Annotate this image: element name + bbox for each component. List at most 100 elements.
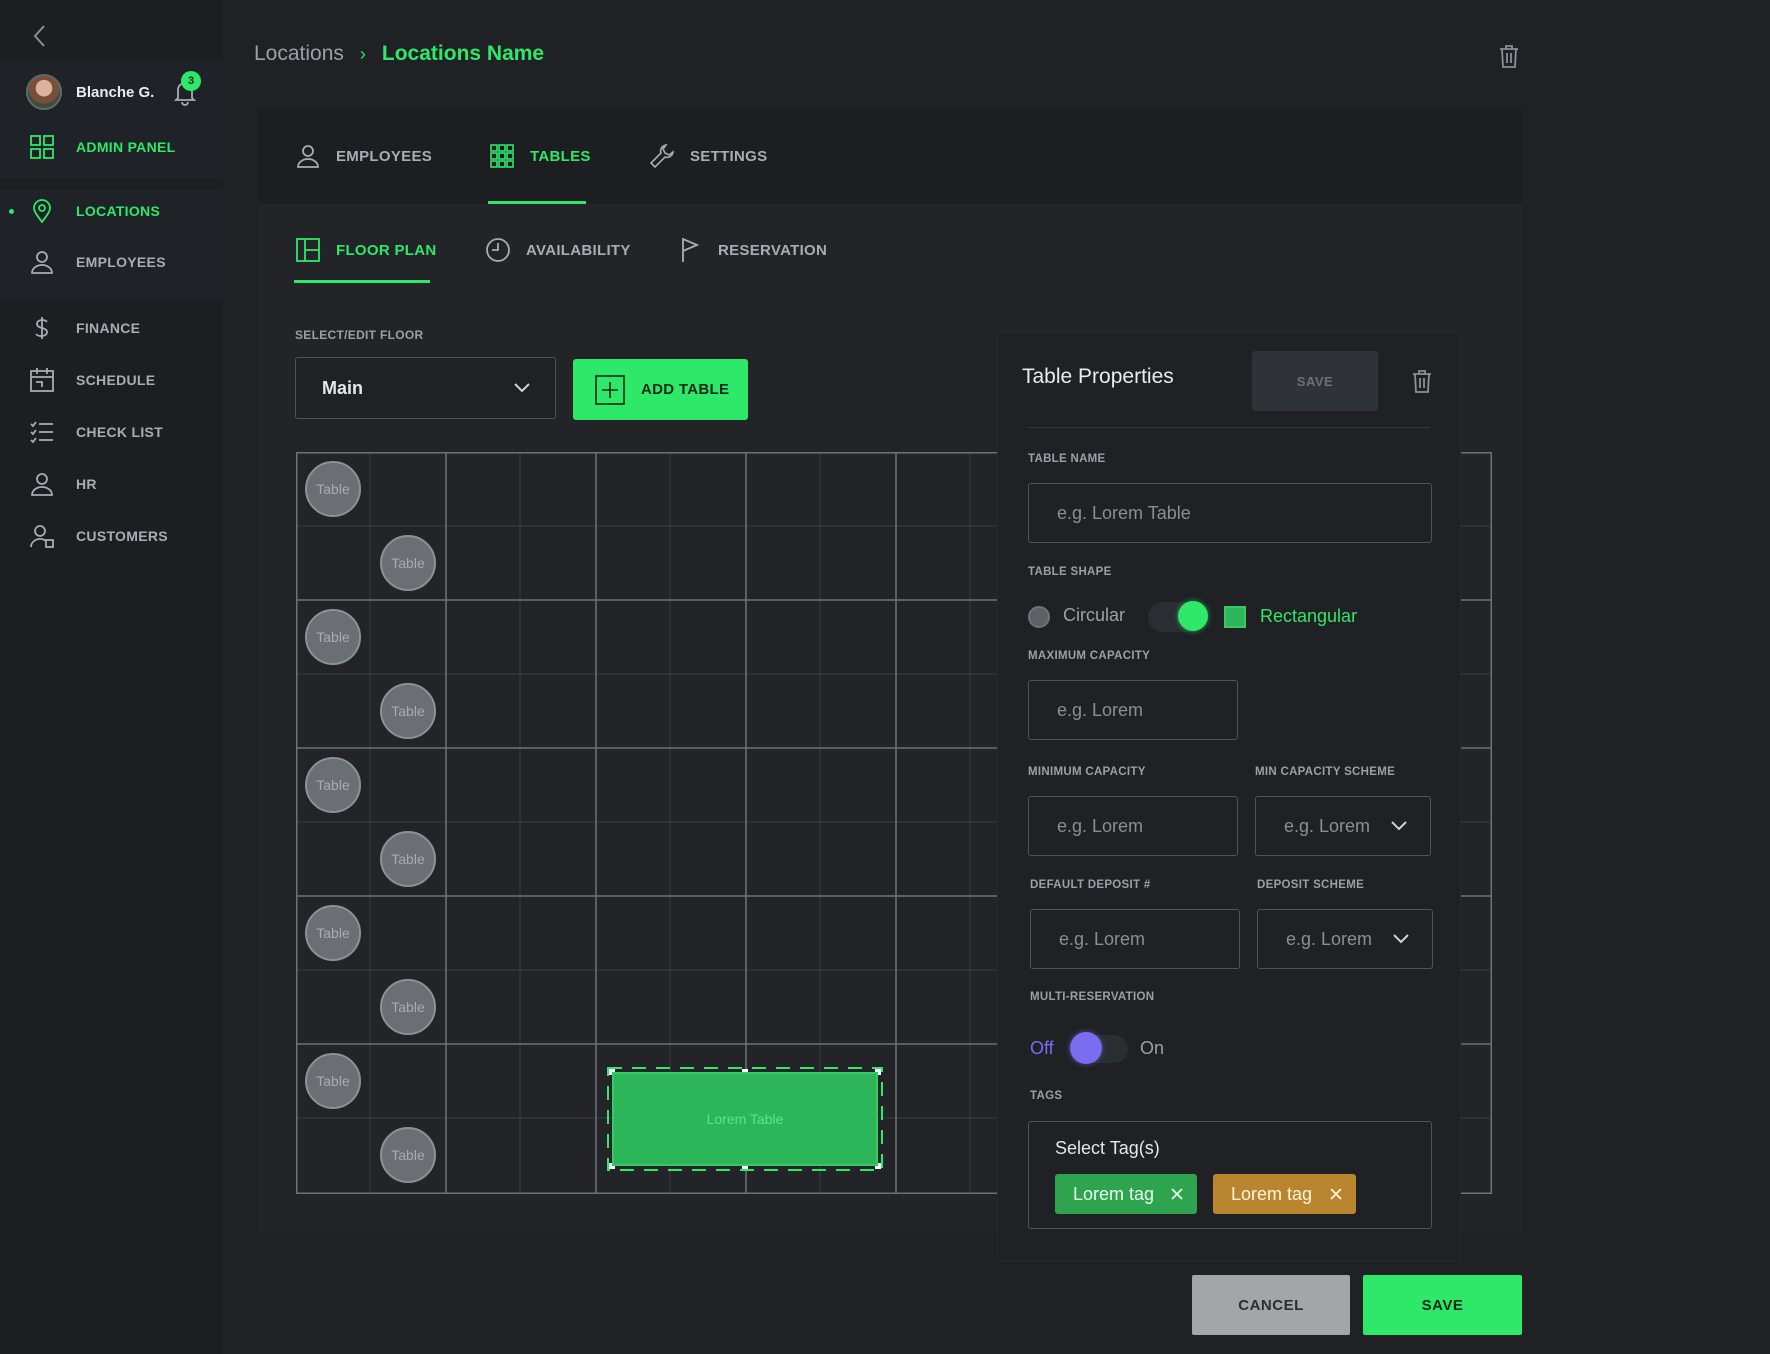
chevron-right-icon: › — [359, 43, 366, 64]
tables-grid-icon — [490, 144, 514, 168]
toggle-knob[interactable] — [1070, 1032, 1102, 1064]
table-shape-toggle: Circular Rectangular — [1028, 599, 1438, 633]
circular-table[interactable]: Table — [380, 535, 436, 591]
sidebar-item-check-list[interactable]: CHECK LIST — [0, 414, 222, 450]
checklist-icon — [30, 421, 53, 444]
chevron-down-icon — [1391, 821, 1407, 831]
sidebar-item-label: FINANCE — [76, 320, 141, 336]
flag-icon — [682, 237, 700, 262]
deposit-scheme-select[interactable]: e.g. Lorem — [1257, 909, 1433, 969]
subtab-availability[interactable]: AVAILABILITY — [484, 228, 631, 272]
table-name-label: TABLE NAME — [1028, 453, 1106, 465]
circular-table[interactable]: Table — [305, 905, 361, 961]
calendar-icon — [30, 368, 54, 392]
min-capacity-label: MINIMUM CAPACITY — [1028, 766, 1146, 778]
deposit-scheme-label: DEPOSIT SCHEME — [1257, 879, 1365, 891]
circular-table[interactable]: Table — [380, 1127, 436, 1183]
add-table-label: ADD TABLE — [641, 381, 730, 398]
floor-select-value: Main — [322, 377, 364, 398]
sidebar-item-label: LOCATIONS — [76, 203, 161, 219]
max-capacity-input[interactable] — [1028, 680, 1238, 740]
floor-select-label: SELECT/EDIT FLOOR — [295, 328, 424, 342]
default-deposit-label: DEFAULT DEPOSIT # — [1030, 879, 1151, 891]
tab-settings[interactable]: SETTINGS — [648, 108, 767, 204]
user-icon — [297, 145, 319, 168]
circular-shape-icon[interactable] — [1028, 606, 1050, 628]
sidebar-item-employees[interactable]: EMPLOYEES — [0, 244, 222, 280]
wrench-icon — [649, 144, 674, 169]
multi-reservation-toggle[interactable]: Off On — [1030, 1030, 1230, 1066]
circular-table[interactable]: Table — [380, 979, 436, 1035]
breadcrumb: Locations › Locations Name — [254, 42, 544, 66]
toggle-off-label: Off — [1030, 1038, 1054, 1058]
save-button[interactable]: SAVE — [1363, 1275, 1522, 1335]
min-capacity-input[interactable] — [1028, 796, 1238, 856]
sidebar-item-hr[interactable]: HR — [0, 466, 222, 502]
sidebar-item-label: SCHEDULE — [76, 372, 156, 388]
avatar[interactable] — [26, 74, 62, 110]
sidebar-item-label: CUSTOMERS — [76, 528, 168, 544]
clock-icon — [486, 238, 510, 262]
sidebar-item-customers[interactable]: CUSTOMERS — [0, 518, 222, 554]
tag-chip[interactable]: Lorem tag — [1055, 1174, 1197, 1214]
divider — [1028, 427, 1430, 428]
subtab-reservation[interactable]: RESERVATION — [676, 228, 827, 272]
circular-table[interactable]: Table — [305, 609, 361, 665]
user-name: Blanche G. — [76, 84, 155, 101]
tab-tables[interactable]: TABLES — [488, 108, 591, 204]
sidebar-item-label: HR — [76, 476, 97, 492]
tags-select-title: Select Tag(s) — [1055, 1138, 1160, 1158]
trash-icon[interactable] — [1496, 42, 1522, 70]
tags-select[interactable]: Select Tag(s) Lorem tag Lorem tag — [1028, 1121, 1432, 1229]
subtab-active-indicator — [294, 280, 430, 283]
table-shape-label: TABLE SHAPE — [1028, 566, 1112, 578]
circular-table[interactable]: Table — [305, 757, 361, 813]
sidebar-item-label: CHECK LIST — [76, 424, 163, 440]
chevron-down-icon — [1393, 934, 1409, 944]
table-name-input[interactable] — [1028, 483, 1432, 543]
dollar-icon — [35, 317, 48, 339]
max-capacity-label: MAXIMUM CAPACITY — [1028, 650, 1151, 662]
chevron-left-icon[interactable] — [28, 22, 52, 50]
properties-title: Table Properties — [1022, 365, 1174, 388]
rectangular-label: Rectangular — [1260, 606, 1358, 626]
tab-label: SETTINGS — [690, 147, 768, 165]
sidebar-item-label: EMPLOYEES — [76, 254, 166, 270]
tab-label: EMPLOYEES — [336, 147, 433, 165]
rectangular-table-selected[interactable]: Lorem Table — [612, 1072, 878, 1166]
add-table-button[interactable]: ADD TABLE — [573, 359, 748, 420]
sidebar-item-locations[interactable]: LOCATIONS — [0, 193, 222, 229]
sidebar-item-admin-panel[interactable]: ADMIN PANEL — [0, 129, 222, 165]
circular-table[interactable]: Table — [380, 683, 436, 739]
tab-employees[interactable]: EMPLOYEES — [294, 108, 432, 204]
tag-label: Lorem tag — [1231, 1183, 1313, 1204]
breadcrumb-parent[interactable]: Locations — [254, 42, 344, 66]
tags-label: TAGS — [1030, 1090, 1063, 1102]
shape-toggle-knob[interactable] — [1178, 601, 1208, 631]
subtab-label: RESERVATION — [718, 241, 828, 259]
circular-table[interactable]: Table — [305, 461, 361, 517]
chevron-down-icon — [514, 383, 530, 393]
cancel-button[interactable]: CANCEL — [1192, 1275, 1350, 1335]
floor-select[interactable]: Main — [295, 357, 556, 419]
table-properties-panel: Table Properties SAVE TABLE NAME TABLE S… — [998, 333, 1460, 1260]
user-icon — [31, 473, 53, 496]
min-capacity-scheme-label: MIN CAPACITY SCHEME — [1255, 766, 1396, 778]
location-pin-icon — [33, 199, 51, 224]
default-deposit-input[interactable] — [1030, 909, 1240, 969]
notification-badge: 3 — [181, 71, 201, 91]
properties-save-button[interactable]: SAVE — [1252, 351, 1378, 411]
trash-icon[interactable] — [1410, 367, 1434, 395]
tag-label: Lorem tag — [1073, 1183, 1155, 1204]
tag-chip[interactable]: Lorem tag — [1213, 1174, 1356, 1214]
circular-table[interactable]: Table — [305, 1053, 361, 1109]
circular-table[interactable]: Table — [380, 831, 436, 887]
min-capacity-scheme-select[interactable]: e.g. Lorem — [1255, 796, 1431, 856]
rectangular-shape-icon[interactable] — [1224, 606, 1246, 628]
sidebar-item-schedule[interactable]: SCHEDULE — [0, 362, 222, 398]
subtab-floor-plan[interactable]: FLOOR PLAN — [294, 228, 437, 272]
close-icon[interactable] — [1328, 1186, 1344, 1202]
close-icon[interactable] — [1169, 1186, 1185, 1202]
sidebar-item-finance[interactable]: FINANCE — [0, 310, 222, 346]
subtab-label: FLOOR PLAN — [336, 241, 437, 259]
